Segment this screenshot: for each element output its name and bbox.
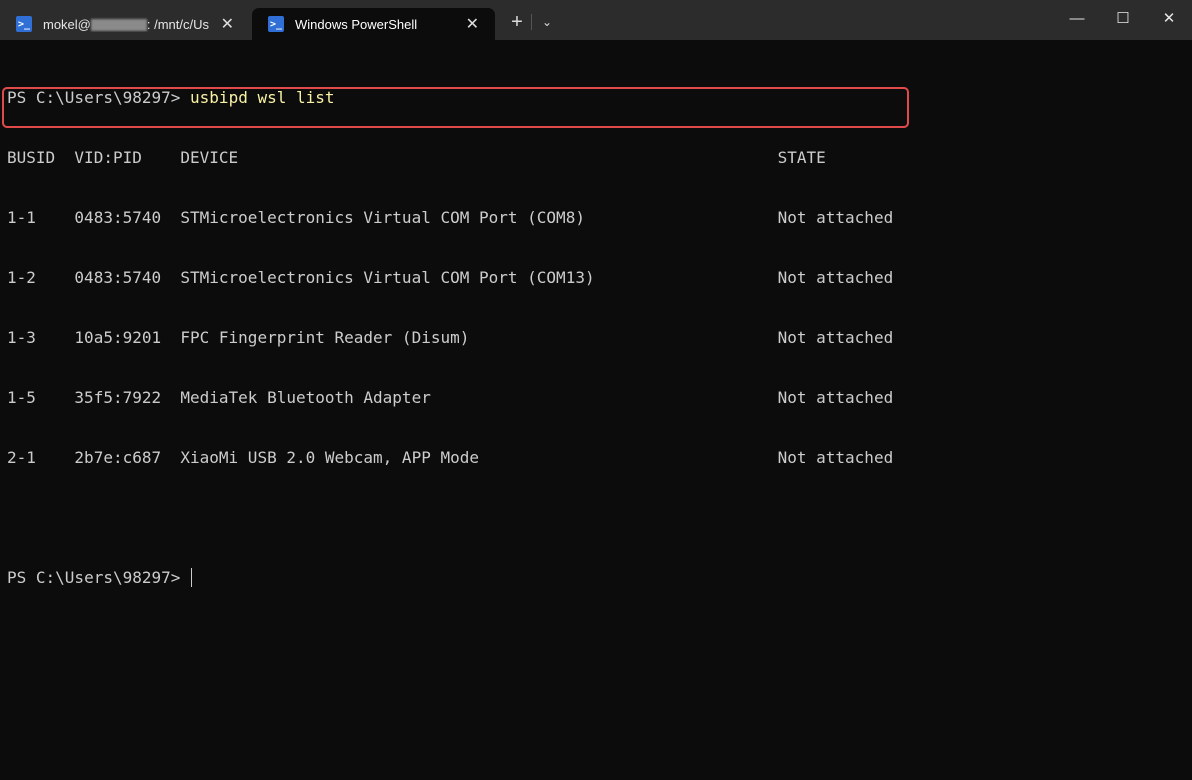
header-state: STATE [777,148,826,167]
device: XiaoMi USB 2.0 Webcam, APP Mode [180,448,479,467]
busid: 1-3 [7,328,36,347]
close-tab-icon[interactable]: ✕ [221,14,234,34]
vidpid: 10a5:9201 [74,328,162,347]
busid: 1-1 [7,208,36,227]
state: Not attached [777,328,894,347]
state: Not attached [777,388,894,407]
chevron-down-icon[interactable]: ⌄ [535,10,559,34]
state: Not attached [777,208,894,227]
table-row: 1-1 0483:5740 STMicroelectronics Virtual C… [7,208,893,228]
close-tab-icon[interactable]: ✕ [466,14,479,34]
close-window-button[interactable]: ✕ [1146,0,1192,38]
vidpid: 0483:5740 [74,208,162,227]
table-row: 1-2 0483:5740 STMicroelectronics Virtual C… [7,268,893,288]
vidpid: 35f5:7922 [74,388,162,407]
device: FPC Fingerprint Reader (Disum) [180,328,470,347]
tab-title: mokel@: /mnt/c/Us [43,16,209,32]
tab-windows-powershell[interactable]: >_ Windows PowerShell ✕ [252,8,495,40]
vidpid: 2b7e:c687 [74,448,162,467]
state: Not attached [777,448,894,467]
terminal-output[interactable]: PS C:\Users\98297> usbipd wsl list BUSID… [7,48,893,608]
table-row: 1-3 10a5:9201 FPC Fingerprint Reader (Disu… [7,328,893,348]
maximize-button[interactable]: ☐ [1100,0,1146,38]
title-bar: >_ mokel@: /mnt/c/Us ✕ >_ Windows PowerS… [0,0,1192,40]
busid: 2-1 [7,448,36,467]
table-row: 1-5 35f5:7922 MediaTek Bluetooth Adapter No… [7,388,893,408]
text-cursor [191,568,193,587]
vidpid: 0483:5740 [74,268,162,287]
state: Not attached [777,268,894,287]
prompt: PS C:\Users\98297> [7,568,191,587]
header-device: DEVICE [180,148,239,167]
divider [531,14,532,30]
powershell-icon: >_ [16,16,32,32]
redacted-hostname [90,19,147,32]
minimize-button[interactable]: — [1054,0,1100,38]
powershell-icon: >_ [268,16,284,32]
device: STMicroelectronics Virtual COM Port (COM… [180,208,585,227]
header-vidpid: VID:PID [74,148,142,167]
device: MediaTek Bluetooth Adapter [180,388,431,407]
table-row: 2-1 2b7e:c687 XiaoMi USB 2.0 Webcam, APP M… [7,448,893,468]
highlight-box [2,87,909,128]
busid: 1-2 [7,268,36,287]
device: STMicroelectronics Virtual COM Port (COM… [180,268,595,287]
tab-title: Windows PowerShell [295,16,418,32]
header-busid: BUSID [7,148,56,167]
busid: 1-5 [7,388,36,407]
tab-wsl[interactable]: >_ mokel@: /mnt/c/Us ✕ [0,8,250,40]
prompt-line[interactable]: PS C:\Users\98297> [7,568,893,588]
table-header: BUSID VID:PID DEVICE STATE [7,148,893,168]
new-tab-button[interactable]: + [505,10,529,34]
